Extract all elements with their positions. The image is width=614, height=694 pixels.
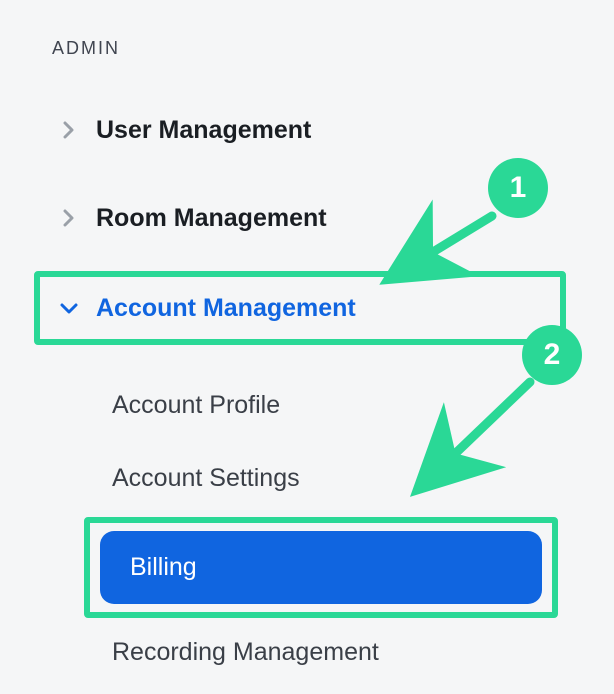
nav-item-user-management[interactable]: User Management — [48, 101, 566, 159]
subnav-item-recording-management[interactable]: Recording Management — [94, 632, 566, 689]
nav-label: Room Management — [96, 204, 327, 233]
section-header-admin: ADMIN — [48, 38, 566, 59]
chevron-down-icon — [56, 295, 82, 321]
sidebar-container: ADMIN User Management Room Management Ac… — [0, 0, 614, 689]
chevron-right-icon — [56, 117, 82, 143]
nav-label: Account Management — [96, 294, 356, 323]
annotation-arrow-1 — [392, 210, 512, 290]
annotation-arrow-2 — [414, 376, 554, 496]
annotation-highlight-2: Billing — [84, 517, 558, 618]
nav-label: User Management — [96, 116, 311, 145]
annotation-badge-1: 1 — [488, 158, 548, 218]
subnav-item-billing[interactable]: Billing — [100, 531, 542, 604]
chevron-right-icon — [56, 205, 82, 231]
nav-item-account-management[interactable]: Account Management — [48, 279, 364, 337]
